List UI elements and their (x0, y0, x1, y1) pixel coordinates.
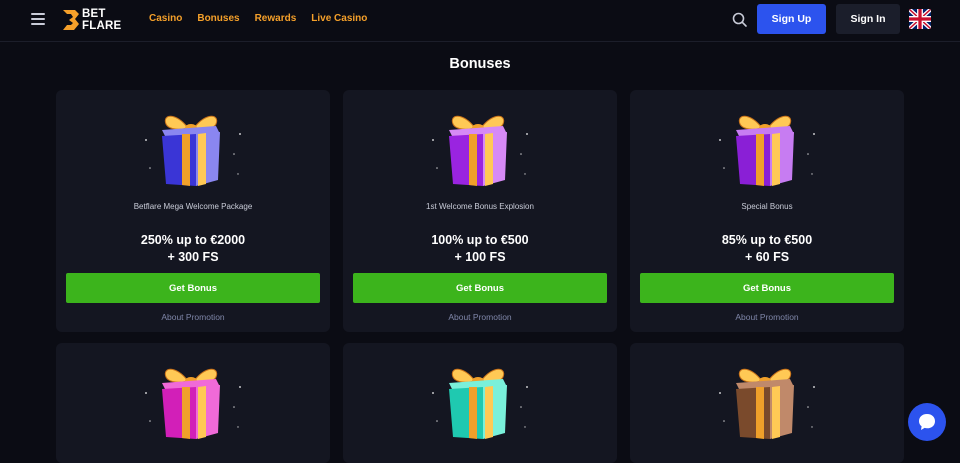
about-promotion-link[interactable]: About Promotion (56, 312, 330, 322)
bonus-card (343, 343, 617, 463)
bonus-card (630, 343, 904, 463)
top-header: BET FLARE Casino Bonuses Rewards Live Ca… (0, 0, 960, 42)
logo-line-bet: BET (82, 8, 106, 20)
offer-line-1: 100% up to €500 (431, 233, 529, 247)
bonus-name: 1st Welcome Bonus Explosion (426, 202, 534, 211)
about-promotion-link[interactable]: About Promotion (630, 312, 904, 322)
offer-line-2: + 60 FS (744, 250, 790, 264)
logo-line-flare: FLARE (82, 19, 122, 32)
get-bonus-button[interactable]: Get Bonus (66, 273, 320, 303)
nav-live-casino[interactable]: Live Casino (311, 13, 367, 24)
search-icon[interactable] (731, 11, 749, 29)
get-bonus-button[interactable]: Get Bonus (353, 273, 607, 303)
offer-line-2: + 100 FS (454, 250, 506, 264)
gift-box-icon (710, 104, 820, 190)
bonus-offer: 85% up to €500 + 60 FS (630, 232, 904, 266)
bonus-card: 1st Welcome Bonus Explosion 100% up to €… (343, 90, 617, 332)
offer-line-1: 250% up to €2000 (140, 233, 246, 247)
gift-box-icon (423, 104, 533, 190)
bonus-offer: 250% up to €2000 + 300 FS (56, 232, 330, 266)
about-promotion-link[interactable]: About Promotion (343, 312, 617, 322)
get-bonus-button[interactable]: Get Bonus (640, 273, 894, 303)
page-title: Bonuses (449, 56, 511, 72)
offer-line-2: + 300 FS (167, 250, 219, 264)
logo-mark-icon (63, 10, 79, 30)
bonus-name: Special Bonus (741, 202, 793, 211)
menu-icon[interactable] (31, 13, 45, 25)
bonus-offer: 100% up to €500 + 100 FS (343, 232, 617, 266)
main-nav: Casino Bonuses Rewards Live Casino (149, 13, 367, 24)
bonus-name: Betflare Mega Welcome Package (133, 202, 253, 211)
gift-box-icon (423, 357, 533, 443)
sign-up-button[interactable]: Sign Up (757, 4, 826, 34)
gift-box-icon (710, 357, 820, 443)
nav-casino[interactable]: Casino (149, 13, 182, 24)
nav-bonuses[interactable]: Bonuses (197, 13, 239, 24)
uk-flag-icon[interactable] (909, 9, 931, 29)
betflare-logo[interactable]: BET FLARE (61, 8, 131, 34)
chat-bubble-icon[interactable] (908, 403, 946, 441)
bonus-card: Betflare Mega Welcome Package 250% up to… (56, 90, 330, 332)
gift-box-icon (136, 357, 246, 443)
bonus-card: Special Bonus 85% up to €500 + 60 FS Get… (630, 90, 904, 332)
offer-line-1: 85% up to €500 (721, 233, 813, 247)
nav-rewards[interactable]: Rewards (255, 13, 297, 24)
bonus-card (56, 343, 330, 463)
sign-in-button[interactable]: Sign In (836, 4, 900, 34)
gift-box-icon (136, 104, 246, 190)
logo-text: BET FLARE (82, 8, 122, 32)
